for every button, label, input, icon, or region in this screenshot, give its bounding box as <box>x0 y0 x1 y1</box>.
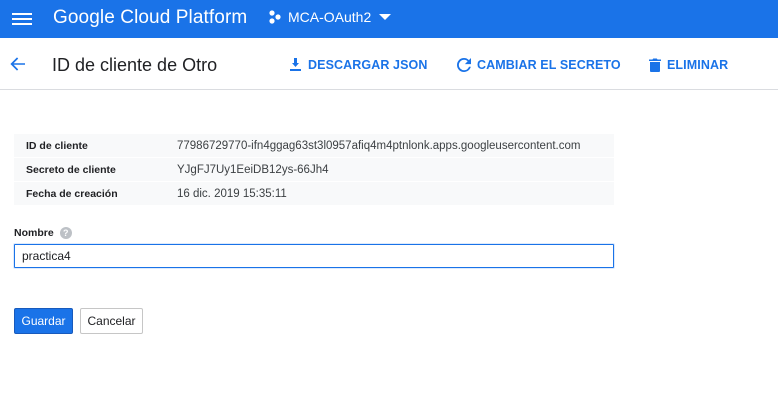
detail-key: ID de cliente <box>26 139 88 152</box>
detail-key: Secreto de cliente <box>26 163 116 176</box>
change-secret-button[interactable]: CAMBIAR EL SECRETO <box>457 58 621 72</box>
help-icon[interactable]: ? <box>59 227 72 239</box>
download-json-label: DESCARGAR JSON <box>308 58 428 72</box>
detail-key: Fecha de creación <box>26 187 118 200</box>
change-secret-label: CAMBIAR EL SECRETO <box>477 58 621 72</box>
download-icon <box>290 58 301 71</box>
name-field-label: Nombre ? <box>14 227 72 239</box>
top-app-bar: Google Cloud Platform MCA-OAuth2 <box>0 0 778 38</box>
page-title: ID de cliente de Otro <box>52 55 218 75</box>
detail-value: 16 dic. 2019 15:35:11 <box>177 187 287 200</box>
detail-value: YJgFJ7Uy1EeiDB12ys-66Jh4 <box>177 163 329 176</box>
brand-title[interactable]: Google Cloud Platform <box>53 7 247 29</box>
chevron-down-icon <box>379 14 392 20</box>
trash-icon <box>649 58 661 72</box>
project-selector[interactable]: MCA-OAuth2 <box>268 9 392 25</box>
project-hexagon-icon <box>269 10 281 24</box>
refresh-icon <box>457 58 471 72</box>
project-name: MCA-OAuth2 <box>288 9 372 25</box>
detail-row-client-secret: Secreto de cliente YJgFJ7Uy1EeiDB12ys-66… <box>14 158 614 182</box>
delete-label: ELIMINAR <box>667 58 729 72</box>
detail-value: 77986729770-ifn4ggag63st3l0957afiq4m4ptn… <box>177 139 581 152</box>
client-details-table: ID de cliente 77986729770-ifn4ggag63st3l… <box>14 134 614 206</box>
detail-row-client-id: ID de cliente 77986729770-ifn4ggag63st3l… <box>14 134 614 158</box>
detail-row-creation-date: Fecha de creación 16 dic. 2019 15:35:11 <box>14 182 614 206</box>
save-button[interactable]: Guardar <box>14 308 73 334</box>
page-header: ID de cliente de Otro DESCARGAR JSON CAM… <box>0 38 778 90</box>
name-input[interactable] <box>14 244 614 268</box>
download-json-button[interactable]: DESCARGAR JSON <box>289 58 427 72</box>
cancel-button[interactable]: Cancelar <box>80 308 143 334</box>
name-label-text: Nombre <box>14 227 54 239</box>
hamburger-menu-icon[interactable] <box>12 9 32 29</box>
back-arrow-icon[interactable] <box>8 54 28 74</box>
delete-button[interactable]: ELIMINAR <box>649 58 728 72</box>
